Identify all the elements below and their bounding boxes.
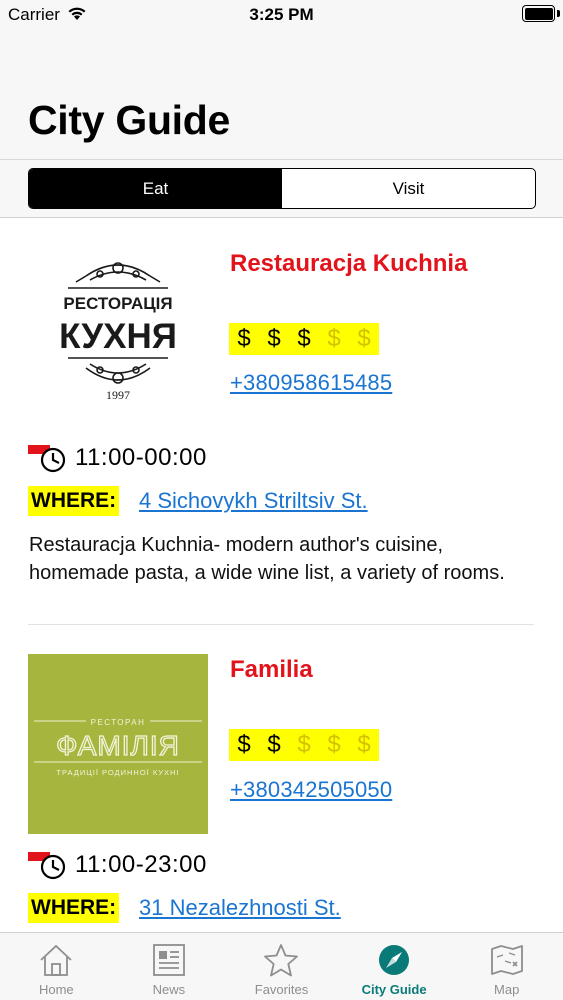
segment-eat[interactable]: Eat xyxy=(29,169,282,208)
address-link[interactable]: 31 Nezalezhnosti St. xyxy=(139,895,341,921)
place-name[interactable]: Familia xyxy=(230,656,313,684)
price-dollar: $ xyxy=(259,323,289,355)
price-dollar: $ xyxy=(349,729,379,761)
category-segmented-control: Eat Visit xyxy=(28,168,536,209)
familia-logo-main: ФАМІЛІЯ xyxy=(56,730,180,761)
kuchnia-logo-graphic: РЕСТОРАЦІЯ КУХНЯ 1997 xyxy=(28,236,208,416)
tab-news[interactable]: News xyxy=(113,933,226,1000)
nav-header: City Guide xyxy=(0,30,563,160)
familia-logo-graphic: РЕСТОРАН ФАМІЛІЯ ТРАДИЦІЇ РОДИННОЇ КУХНІ xyxy=(28,654,208,834)
price-level: $ $ $ $ $ xyxy=(229,323,379,355)
where-label: WHERE: xyxy=(28,486,120,516)
tab-city-guide[interactable]: City Guide xyxy=(338,933,451,1000)
star-icon xyxy=(261,942,301,978)
familia-logo-bottom: ТРАДИЦІЇ РОДИННОЇ КУХНІ xyxy=(56,768,179,777)
tab-label: Map xyxy=(494,982,520,997)
tab-home[interactable]: Home xyxy=(0,933,113,1000)
kuchnia-logo-main: КУХНЯ xyxy=(59,317,177,356)
kuchnia-logo-top: РЕСТОРАЦІЯ xyxy=(63,294,172,313)
segment-visit[interactable]: Visit xyxy=(282,169,535,208)
tab-label: Favorites xyxy=(254,982,309,997)
price-level: $ $ $ $ $ xyxy=(229,729,379,761)
address-link[interactable]: 4 Sichovykh Striltsiv St. xyxy=(139,488,368,514)
clock-icon xyxy=(28,445,68,473)
tab-favorites[interactable]: Favorites xyxy=(225,933,338,1000)
home-icon xyxy=(36,942,76,978)
place-logo-familia[interactable]: РЕСТОРАН ФАМІЛІЯ ТРАДИЦІЇ РОДИННОЇ КУХНІ xyxy=(28,654,208,834)
place-description: Restauracja Kuchnia- modern author's cui… xyxy=(29,534,505,584)
price-dollar: $ xyxy=(229,729,259,761)
tab-bar: Home News Favorites City Guide Map xyxy=(0,932,563,1000)
tab-label: City Guide xyxy=(361,982,427,997)
tab-label: News xyxy=(152,982,186,997)
tab-label: Home xyxy=(38,982,74,997)
phone-link[interactable]: +380958615485 xyxy=(230,370,392,396)
screen: Carrier 3:25 PM City Guide Eat Visit РЕС… xyxy=(0,0,563,1000)
price-dollar: $ xyxy=(289,323,319,355)
battery-icon xyxy=(522,5,555,22)
status-time: 3:25 PM xyxy=(249,5,314,24)
segment-bar: Eat Visit xyxy=(0,160,563,218)
battery-tip xyxy=(557,10,560,17)
price-dollar: $ xyxy=(229,323,259,355)
where-label: WHERE: xyxy=(28,893,120,923)
compass-icon xyxy=(374,942,414,978)
clock-icon xyxy=(28,852,68,880)
price-dollar: $ xyxy=(259,729,289,761)
page-title: City Guide xyxy=(28,97,231,143)
map-icon xyxy=(487,942,527,978)
phone-link[interactable]: +380342505050 xyxy=(230,777,392,803)
tab-map[interactable]: Map xyxy=(450,933,563,1000)
place-card[interactable]: РЕСТОРАН ФАМІЛІЯ ТРАДИЦІЇ РОДИННОЇ КУХНІ… xyxy=(0,625,563,932)
price-dollar: $ xyxy=(289,729,319,761)
opening-hours: 11:00-00:00 xyxy=(75,444,207,471)
place-logo-kuchnia[interactable]: РЕСТОРАЦІЯ КУХНЯ 1997 xyxy=(28,236,208,416)
familia-logo-top: РЕСТОРАН xyxy=(91,718,146,727)
kuchnia-logo-year: 1997 xyxy=(106,388,130,402)
place-card[interactable]: РЕСТОРАЦІЯ КУХНЯ 1997 Restauracja Kuchni… xyxy=(0,219,563,625)
news-icon xyxy=(149,942,189,978)
place-name[interactable]: Restauracja Kuchnia xyxy=(230,250,467,278)
price-dollar: $ xyxy=(319,323,349,355)
status-bar: Carrier 3:25 PM xyxy=(0,0,563,30)
opening-hours: 11:00-23:00 xyxy=(75,851,207,878)
places-list[interactable]: РЕСТОРАЦІЯ КУХНЯ 1997 Restauracja Kuchni… xyxy=(0,219,563,932)
price-dollar: $ xyxy=(349,323,379,355)
price-dollar: $ xyxy=(319,729,349,761)
